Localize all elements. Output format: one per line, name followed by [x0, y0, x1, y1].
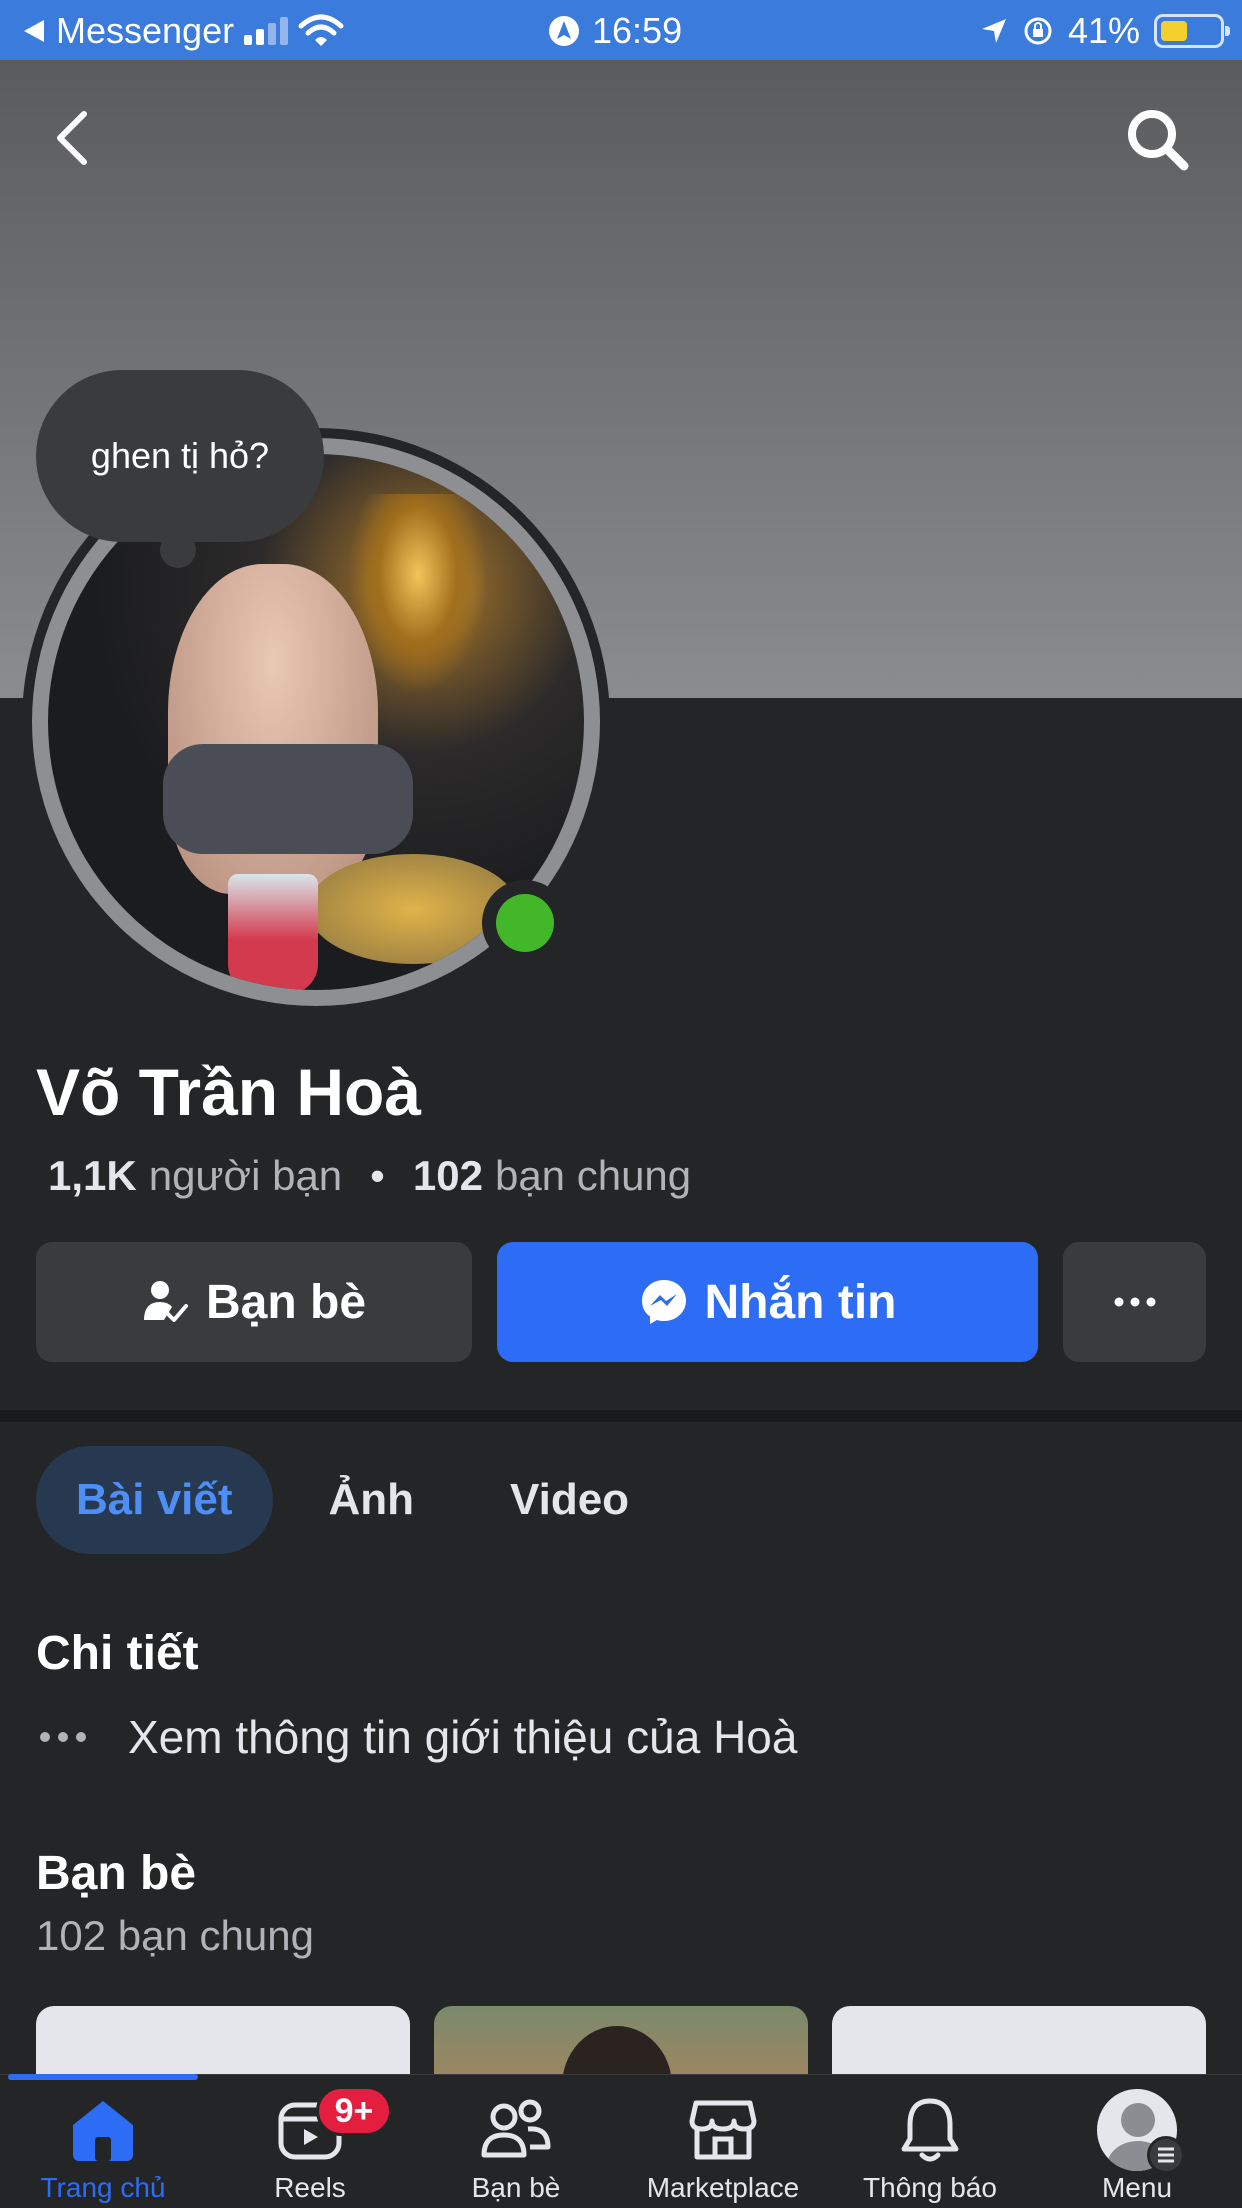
- nav-menu-label: Menu: [1101, 2172, 1173, 2203]
- friends-label[interactable]: người bạn: [149, 1152, 342, 1200]
- signal-icon: [244, 17, 289, 45]
- active-tab-indicator: [8, 2074, 198, 2080]
- profile-name: Võ Trần Hoà: [36, 1055, 422, 1129]
- friends-count[interactable]: 1,1K: [48, 1152, 137, 1200]
- note-text: ghen tị hỏ?: [90, 435, 270, 476]
- nav-reels-label: Reels: [274, 2172, 346, 2203]
- details-title: Chi tiết: [36, 1627, 199, 1680]
- online-status-indicator: [482, 880, 568, 966]
- view-intro-row[interactable]: Xem thông tin giới thiệu của Hoà: [40, 1710, 797, 1764]
- friend-check-icon: [143, 1281, 188, 1322]
- nav-reels[interactable]: 9+ Reels: [215, 2086, 405, 2204]
- nav-friends[interactable]: Bạn bè: [421, 2090, 611, 2204]
- message-button[interactable]: Nhắn tin: [497, 1242, 1038, 1362]
- profile-stats: 1,1K người bạn • 102 bạn chung: [48, 1152, 691, 1200]
- clock: 16:59: [592, 10, 683, 51]
- rotation-lock-icon: [1024, 17, 1052, 45]
- more-options-button[interactable]: [1063, 1242, 1206, 1362]
- nav-marketplace-label: Marketplace: [646, 2172, 800, 2203]
- back-triangle-icon: [24, 20, 44, 42]
- mutual-count[interactable]: 102: [413, 1152, 483, 1200]
- nav-notifications[interactable]: Thông báo: [835, 2090, 1025, 2204]
- section-divider: [0, 1410, 1242, 1422]
- mutual-friends-subtitle: 102 bạn chung: [36, 1912, 314, 1959]
- back-to-messenger[interactable]: Messenger: [22, 10, 344, 52]
- tab-photos[interactable]: Ảnh: [289, 1446, 455, 1554]
- status-right: 41%: [980, 10, 1230, 52]
- back-arrow-icon[interactable]: [46, 108, 106, 168]
- profile-note-bubble[interactable]: ghen tị hỏ?: [36, 370, 324, 568]
- back-app-label: Messenger: [56, 10, 235, 51]
- battery-icon: [1154, 14, 1230, 48]
- friends-button[interactable]: Bạn bè: [36, 1242, 472, 1362]
- nav-menu[interactable]: Menu: [1042, 2089, 1232, 2204]
- nav-home-label: Trang chủ: [40, 2172, 166, 2203]
- mutual-label[interactable]: bạn chung: [495, 1152, 691, 1200]
- tab-videos[interactable]: Video: [470, 1446, 669, 1554]
- search-icon[interactable]: [1122, 104, 1192, 174]
- marketplace-icon: [689, 2100, 757, 2160]
- bell-icon: [901, 2098, 959, 2162]
- status-bar: Messenger 16:59 41%: [0, 0, 1242, 60]
- wifi-icon: [298, 14, 344, 46]
- profile-tabs: Bài viết Ảnh Video: [36, 1446, 669, 1554]
- reels-badge: 9+: [316, 2086, 392, 2136]
- more-dots-icon: [1114, 1297, 1155, 1307]
- separator-dot: •: [370, 1152, 385, 1199]
- messenger-icon: [641, 1280, 686, 1324]
- status-center: 16:59: [548, 10, 682, 52]
- friends-icon: [481, 2099, 551, 2158]
- battery-percent: 41%: [1067, 10, 1140, 51]
- message-button-label: Nhắn tin: [704, 1275, 897, 1329]
- tab-posts[interactable]: Bài viết: [36, 1446, 273, 1554]
- nav-home[interactable]: Trang chủ: [8, 2090, 198, 2204]
- friends-section-title: Bạn bè: [36, 1847, 197, 1900]
- nav-friends-label: Bạn bè: [471, 2172, 561, 2203]
- menu-lines-icon: [1147, 2136, 1185, 2174]
- ellipsis-icon: [40, 1732, 86, 1742]
- nav-notifications-label: Thông báo: [863, 2172, 997, 2203]
- home-icon: [73, 2101, 133, 2161]
- location-arrow-icon: [981, 19, 1006, 43]
- view-intro-label: Xem thông tin giới thiệu của Hoà: [128, 1711, 798, 1763]
- navigation-app-icon: [549, 16, 579, 46]
- friends-button-label: Bạn bè: [205, 1275, 367, 1329]
- nav-marketplace[interactable]: Marketplace: [628, 2090, 818, 2204]
